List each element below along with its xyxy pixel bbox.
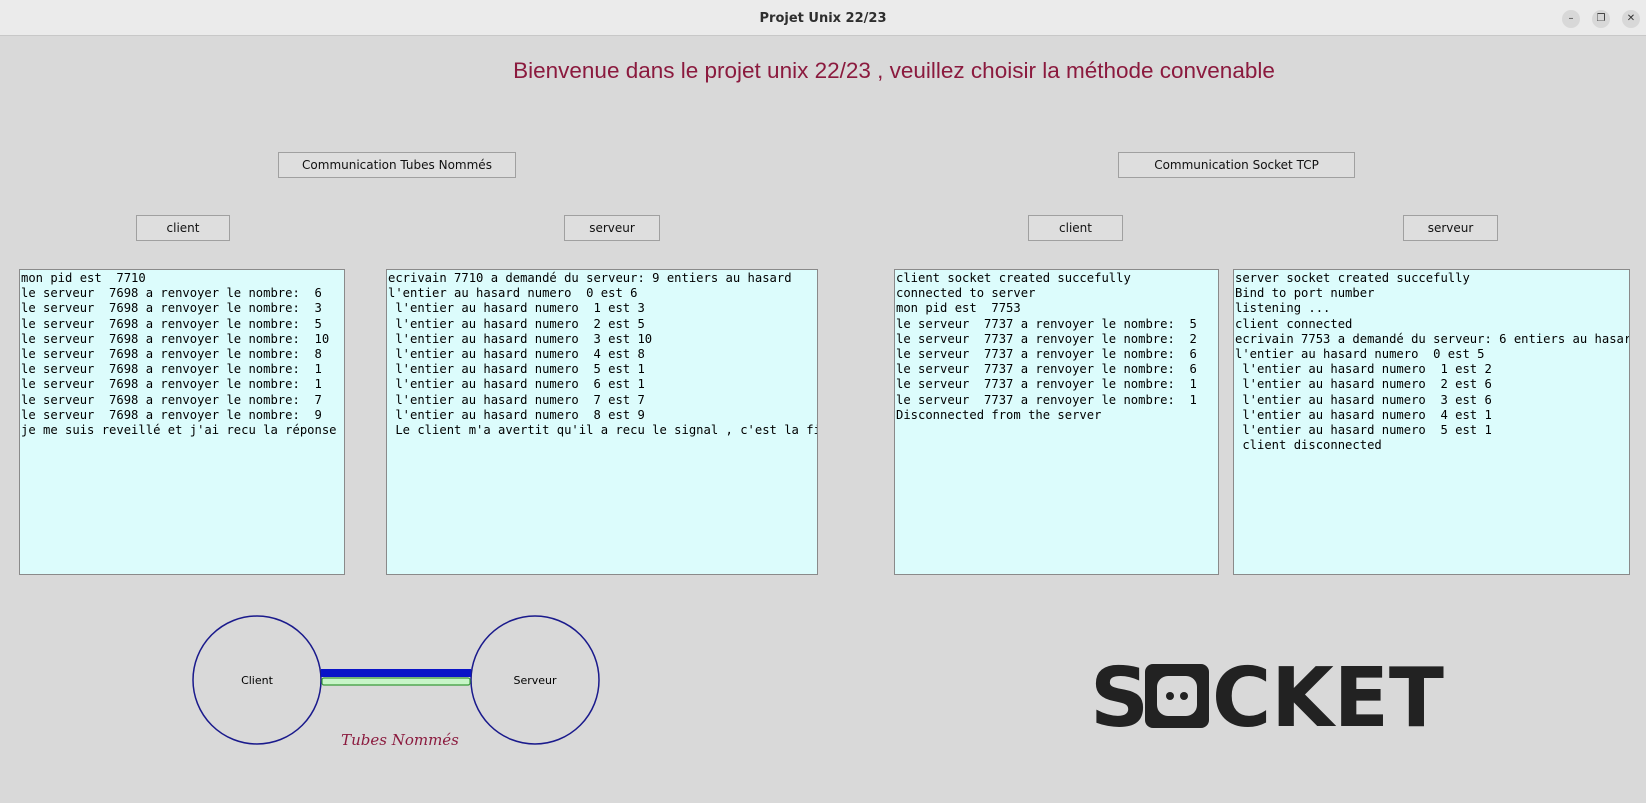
output-line: le serveur 7698 a renvoyer le nombre: 1: [21, 362, 322, 377]
output-line: client socket created succefully: [896, 271, 1131, 285]
output-line: l'entier au hasard numero 7 est 7: [388, 392, 645, 407]
output-line: l'entier au hasard numero 1 est 2: [1235, 362, 1492, 377]
output-line: Le client m'a avertit qu'il a recu le si…: [388, 422, 818, 437]
output-line: mon pid est 7710: [21, 271, 146, 285]
output-line: le serveur 7698 a renvoyer le nombre: 3: [21, 301, 322, 316]
output-line: l'entier au hasard numero 3 est 10: [388, 331, 653, 346]
output-line: ecrivain 7710 a demandé du serveur: 9 en…: [388, 271, 792, 285]
output-line: le serveur 7737 a renvoyer le nombre: 1: [896, 377, 1197, 392]
socket-server-output[interactable]: server socket created succefully Bind to …: [1233, 269, 1630, 575]
socket-client-button[interactable]: client: [1028, 215, 1123, 241]
tubes-server-output[interactable]: ecrivain 7710 a demandé du serveur: 9 en…: [386, 269, 818, 575]
output-line: l'entier au hasard numero 5 est 1: [388, 362, 645, 377]
named-pipes-diagram: Client Serveur Tubes Nommés: [192, 615, 600, 749]
output-line: le serveur 7698 a renvoyer le nombre: 5: [21, 316, 322, 331]
output-line: le serveur 7698 a renvoyer le nombre: 8: [21, 346, 322, 361]
window-title: Projet Unix 22/23: [759, 11, 887, 26]
pipe-blue: [321, 669, 471, 677]
output-line: le serveur 7698 a renvoyer le nombre: 1: [21, 377, 322, 392]
restore-icon[interactable]: ❐: [1592, 10, 1610, 28]
pipe-green: [321, 677, 471, 686]
output-line: ecrivain 7753 a demandé du serveur: 6 en…: [1235, 331, 1630, 346]
output-line: l'entier au hasard numero 6 est 1: [388, 377, 645, 392]
power-outlet-icon: [1145, 664, 1209, 728]
output-line: le serveur 7698 a renvoyer le nombre: 7: [21, 392, 322, 407]
socket-logo-rest: CKET: [1212, 656, 1444, 736]
minimize-icon[interactable]: –: [1562, 10, 1580, 28]
output-line: l'entier au hasard numero 8 est 9: [388, 407, 645, 422]
socket-server-button[interactable]: serveur: [1403, 215, 1498, 241]
socket-logo-s: S: [1090, 656, 1149, 736]
output-line: l'entier au hasard numero 5 est 1: [1235, 422, 1492, 437]
diagram-server-label: Serveur: [513, 674, 557, 687]
output-line: mon pid est 7753: [896, 301, 1021, 316]
tubes-client-button[interactable]: client: [136, 215, 230, 241]
close-icon[interactable]: ✕: [1622, 10, 1640, 28]
output-line: Bind to port number: [1235, 286, 1375, 301]
output-line: l'entier au hasard numero 1 est 3: [388, 301, 645, 316]
output-line: le serveur 7737 a renvoyer le nombre: 1: [896, 392, 1197, 407]
output-line: le serveur 7698 a renvoyer le nombre: 6: [21, 286, 322, 301]
diagram-caption: Tubes Nommés: [341, 731, 459, 749]
output-line: l'entier au hasard numero 4 est 1: [1235, 407, 1492, 422]
output-line: l'entier au hasard numero 3 est 6: [1235, 392, 1492, 407]
output-line: le serveur 7698 a renvoyer le nombre: 9: [21, 407, 322, 422]
output-line: server socket created succefully: [1235, 271, 1470, 285]
tubes-communication-button[interactable]: Communication Tubes Nommés: [278, 152, 516, 178]
diagram-client-label: Client: [241, 674, 274, 687]
output-line: l'entier au hasard numero 0 est 6: [388, 286, 638, 301]
output-line: client disconnected: [1235, 438, 1382, 453]
tubes-client-output[interactable]: mon pid est 7710 le serveur 7698 a renvoy…: [19, 269, 345, 575]
output-line: le serveur 7737 a renvoyer le nombre: 6: [896, 362, 1197, 377]
output-line: listening ...: [1235, 301, 1331, 316]
output-line: le serveur 7737 a renvoyer le nombre: 6: [896, 346, 1197, 361]
tubes-server-button[interactable]: serveur: [564, 215, 660, 241]
output-line: Disconnected from the server: [896, 407, 1102, 422]
socket-client-output[interactable]: client socket created succefully connecte…: [894, 269, 1219, 575]
output-line: le serveur 7737 a renvoyer le nombre: 5: [896, 316, 1197, 331]
output-line: connected to server: [896, 286, 1036, 301]
output-line: je me suis reveillé et j'ai recu la répo…: [21, 422, 337, 437]
output-line: client connected: [1235, 316, 1353, 331]
socket-communication-button[interactable]: Communication Socket TCP: [1118, 152, 1355, 178]
output-line: l'entier au hasard numero 0 est 5: [1235, 346, 1485, 361]
output-line: l'entier au hasard numero 2 est 6: [1235, 377, 1492, 392]
output-line: le serveur 7698 a renvoyer le nombre: 10: [21, 331, 330, 346]
page-heading: Bienvenue dans le projet unix 22/23 , ve…: [513, 58, 1275, 83]
output-line: le serveur 7737 a renvoyer le nombre: 2: [896, 331, 1197, 346]
output-line: l'entier au hasard numero 4 est 8: [388, 346, 645, 361]
socket-logo: S CKET: [1090, 656, 1444, 736]
output-line: l'entier au hasard numero 2 est 5: [388, 316, 645, 331]
window-titlebar: Projet Unix 22/23 – ❐ ✕: [0, 0, 1646, 36]
